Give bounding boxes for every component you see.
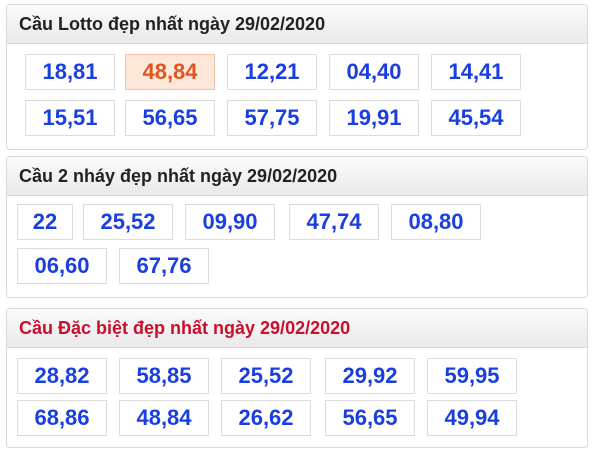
lotto-pair-cell[interactable]: 14,41: [431, 54, 521, 90]
two-hit-pairs-grid: 22 25,52 09,90 47,74 08,80 06,60 67,76: [7, 196, 587, 284]
two-hit-pair-cell[interactable]: 47,74: [289, 204, 379, 240]
lotto-pair-cell[interactable]: 45,54: [431, 100, 521, 136]
two-hit-pair-cell[interactable]: 06,60: [17, 248, 107, 284]
special-panel-title: Cầu Đặc biệt đẹp nhất ngày 29/02/2020: [7, 309, 587, 348]
special-pair-cell[interactable]: 58,85: [119, 358, 209, 394]
special-pair-cell[interactable]: 26,62: [221, 400, 311, 436]
lotto-pair-cell[interactable]: 15,51: [25, 100, 115, 136]
two-hit-pair-cell[interactable]: 09,90: [185, 204, 275, 240]
two-hit-pair-cell[interactable]: 22: [17, 204, 73, 240]
lotto-pair-cell[interactable]: 56,65: [125, 100, 215, 136]
two-hit-panel: Cầu 2 nháy đẹp nhất ngày 29/02/2020 22 2…: [6, 156, 588, 298]
special-pair-cell[interactable]: 48,84: [119, 400, 209, 436]
lotto-pair-cell[interactable]: 18,81: [25, 54, 115, 90]
lotto-panel-title: Cầu Lotto đẹp nhất ngày 29/02/2020: [7, 5, 587, 44]
lotto-pair-cell[interactable]: 12,21: [227, 54, 317, 90]
lotto-pair-cell[interactable]: 19,91: [329, 100, 419, 136]
lotto-pairs-grid: 18,81 48,84 12,21 04,40 14,41 15,51 56,6…: [7, 44, 587, 136]
lotto-pair-cell[interactable]: 04,40: [329, 54, 419, 90]
special-panel: Cầu Đặc biệt đẹp nhất ngày 29/02/2020 28…: [6, 308, 588, 448]
special-pair-cell[interactable]: 59,95: [427, 358, 517, 394]
lotto-pair-cell[interactable]: 57,75: [227, 100, 317, 136]
special-pair-cell[interactable]: 29,92: [325, 358, 415, 394]
two-hit-pair-cell[interactable]: 25,52: [83, 204, 173, 240]
lotto-pair-cell-highlighted[interactable]: 48,84: [125, 54, 215, 90]
special-pair-cell[interactable]: 56,65: [325, 400, 415, 436]
two-hit-pair-cell[interactable]: 67,76: [119, 248, 209, 284]
two-hit-pair-cell[interactable]: 08,80: [391, 204, 481, 240]
special-pair-cell[interactable]: 28,82: [17, 358, 107, 394]
special-pair-cell[interactable]: 25,52: [221, 358, 311, 394]
two-hit-panel-title: Cầu 2 nháy đẹp nhất ngày 29/02/2020: [7, 157, 587, 196]
special-pair-cell[interactable]: 68,86: [17, 400, 107, 436]
lotto-panel: Cầu Lotto đẹp nhất ngày 29/02/2020 18,81…: [6, 4, 588, 150]
special-pair-cell[interactable]: 49,94: [427, 400, 517, 436]
special-pairs-grid: 28,82 58,85 25,52 29,92 59,95 68,86 48,8…: [7, 348, 587, 436]
